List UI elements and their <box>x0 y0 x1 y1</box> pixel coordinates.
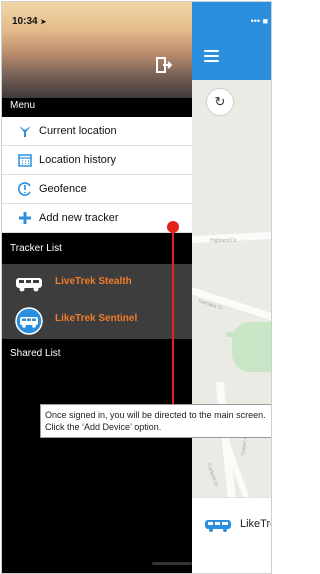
menu-list: Current location Location history Geofen… <box>2 117 192 233</box>
tracker-name: LikeTrek Sentinel <box>55 313 138 324</box>
annotation-text: Once signed in, you will be directed to … <box>45 410 266 432</box>
tracker-item-livetrek-stealth[interactable]: LiveTrek Stealth <box>2 266 192 302</box>
tracker-item-liketrek-sentinel[interactable]: LikeTrek Sentinel <box>2 303 192 339</box>
status-icons: ••• ■ <box>250 16 268 26</box>
status-time: 10:34 ➤ <box>12 16 47 27</box>
tracker-bottom-card[interactable]: LikeTre <box>192 497 271 573</box>
navigation-drawer: 10:34 ➤ Menu Current location Location h… <box>2 2 192 573</box>
drawer-header: 10:34 ➤ <box>2 2 192 98</box>
menu-item-label: Geofence <box>39 183 87 195</box>
location-pin-icon <box>19 126 31 137</box>
menu-section-label: Menu <box>10 100 36 111</box>
menu-item-add-new-tracker[interactable]: Add new tracker <box>2 204 192 233</box>
shared-list-label: Shared List <box>10 348 61 359</box>
geofence-map-button[interactable]: ↻ <box>206 88 234 116</box>
plus-icon <box>19 212 31 224</box>
calendar-icon <box>18 154 32 167</box>
annotation-line <box>172 228 174 406</box>
menu-item-location-history[interactable]: Location history <box>2 146 192 175</box>
van-icon <box>16 278 42 292</box>
street-label: Fairfield Dr <box>205 462 220 488</box>
geofence-icon <box>18 182 31 196</box>
annotation-callout: Once signed in, you will be directed to … <box>40 404 271 438</box>
menu-item-label: Current location <box>39 125 117 137</box>
bottom-card-tracker-name: LikeTre <box>240 518 271 530</box>
van-icon <box>205 520 231 532</box>
menu-item-label: Add new tracker <box>39 212 119 224</box>
van-circle-icon <box>15 307 43 335</box>
home-indicator <box>152 562 192 565</box>
map-park <box>226 332 244 337</box>
geofence-map-icon: ↻ <box>214 94 226 109</box>
tracker-list: LiveTrek Stealth LikeTrek Sentinel <box>2 264 192 339</box>
menu-item-label: Location history <box>39 154 117 166</box>
logout-icon[interactable] <box>156 57 172 73</box>
annotation-dot <box>167 221 179 233</box>
menu-item-geofence[interactable]: Geofence <box>2 175 192 204</box>
map-top-bar: ••• ■ <box>192 2 271 80</box>
map-park <box>232 322 271 372</box>
hamburger-menu-icon[interactable] <box>204 50 219 62</box>
street-label: Highland Dr <box>210 238 237 244</box>
tracker-list-label: Tracker List <box>10 243 62 254</box>
menu-item-current-location[interactable]: Current location <box>2 117 192 146</box>
phone-screen: Highland Dr Hamaka Ct Timber Ct Fairfiel… <box>1 1 272 574</box>
tracker-name: LiveTrek Stealth <box>55 276 132 287</box>
map-view[interactable]: Highland Dr Hamaka Ct Timber Ct Fairfiel… <box>192 2 271 573</box>
